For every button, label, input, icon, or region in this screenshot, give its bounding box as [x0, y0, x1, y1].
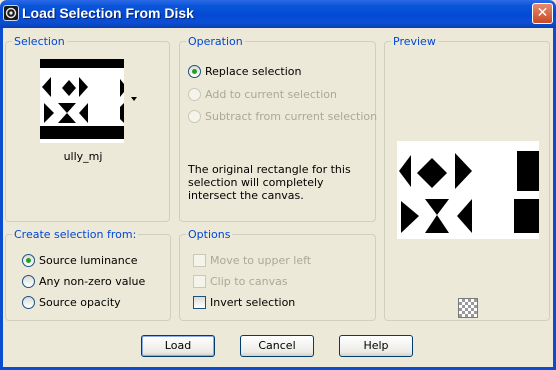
radio-button[interactable] [22, 275, 35, 288]
options-group: Options Move to upper left Clip to canva… [179, 228, 376, 321]
window-title: Load Selection From Disk [22, 5, 194, 21]
radio-button[interactable] [22, 296, 35, 309]
replace-selection-label: Replace selection [205, 65, 302, 78]
operation-group: Operation Replace selection Add to curre… [179, 35, 378, 222]
cancel-button[interactable]: Cancel [240, 335, 314, 357]
preview-legend: Preview [391, 35, 438, 48]
move-to-upper-left-label: Move to upper left [210, 254, 312, 267]
radio-button [188, 88, 201, 101]
source-luminance-label: Source luminance [39, 254, 138, 267]
any-non-zero-value-label: Any non-zero value [39, 275, 146, 288]
radio-button [188, 110, 201, 123]
preview-image [397, 141, 539, 239]
chevron-down-icon[interactable] [131, 97, 137, 101]
add-to-selection-label: Add to current selection [205, 88, 337, 101]
selection-thumbnail[interactable] [40, 59, 124, 143]
selection-group: Selection ully_mj [5, 35, 170, 222]
load-button[interactable]: Load [141, 335, 215, 357]
checkerboard-icon[interactable] [458, 298, 478, 318]
window-frame-left [0, 28, 3, 370]
title-bar[interactable]: Load Selection From Disk ✕ [0, 0, 556, 28]
selection-file-name: ully_mj [63, 150, 103, 163]
create-selection-from-group: Create selection from: Source luminance … [5, 228, 171, 321]
create-selection-from-legend: Create selection from: [12, 228, 139, 241]
selection-legend: Selection [12, 35, 67, 48]
close-button[interactable]: ✕ [532, 3, 553, 24]
checkbox[interactable] [193, 296, 206, 309]
checkbox [193, 275, 206, 288]
operation-legend: Operation [186, 35, 245, 48]
radio-button[interactable] [188, 65, 201, 78]
help-button[interactable]: Help [339, 335, 413, 357]
operation-description: The original rectangle for this selectio… [188, 163, 351, 202]
subtract-from-selection-label: Subtract from current selection [205, 110, 378, 123]
radio-button[interactable] [22, 254, 35, 267]
checkbox [193, 254, 206, 267]
clip-to-canvas-label: Clip to canvas [210, 275, 288, 288]
options-legend: Options [186, 228, 233, 241]
close-icon: ✕ [536, 5, 549, 21]
preview-group: Preview [384, 35, 550, 321]
paint-shop-pro-icon [3, 5, 19, 21]
invert-selection-label: Invert selection [210, 296, 296, 309]
source-opacity-label: Source opacity [39, 296, 121, 309]
